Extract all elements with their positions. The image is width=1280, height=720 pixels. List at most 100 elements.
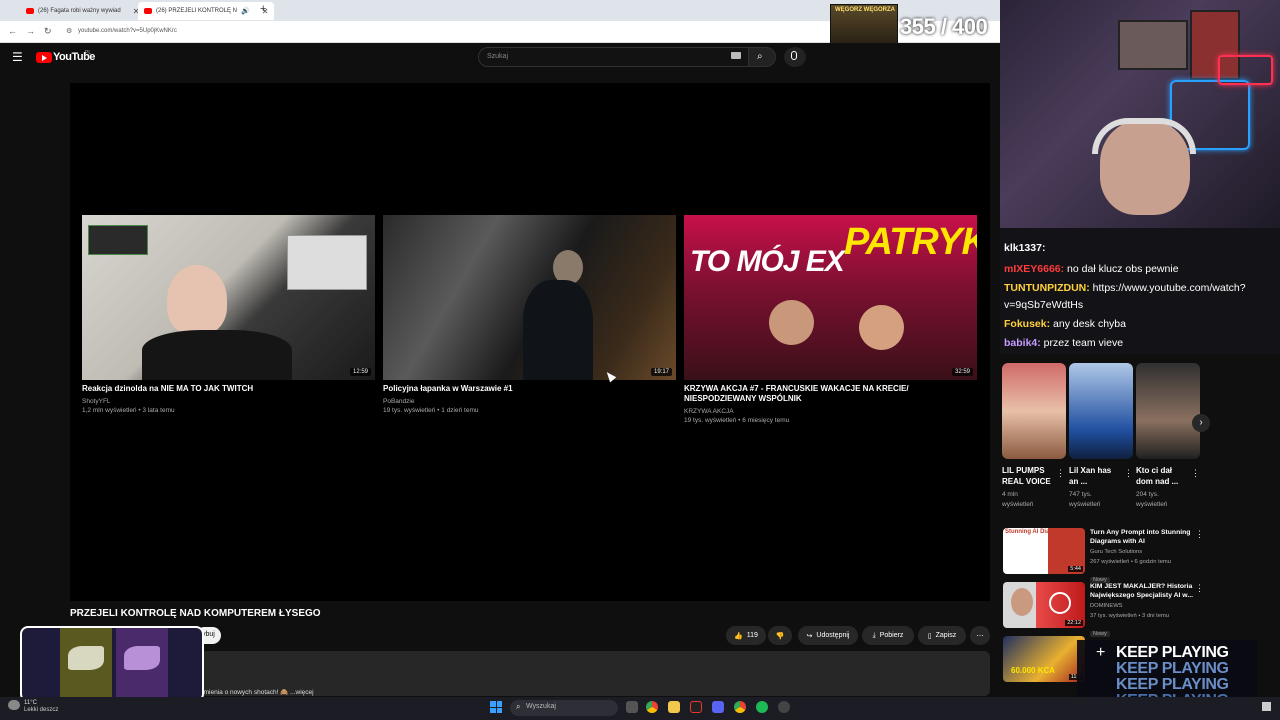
thumbs-up-icon: 👍: [734, 632, 743, 640]
rec-badge-2: Nowy: [1090, 622, 1110, 640]
more-vert-icon[interactable]: ⋮: [1056, 468, 1065, 479]
short-thumbnail-3[interactable]: [1136, 363, 1200, 459]
spotify-icon[interactable]: [756, 701, 768, 713]
endcard-thumbnail-3[interactable]: TO MÓJ EX PATRYK 32:59: [684, 215, 977, 380]
browser-tab-1[interactable]: (26) Fagata robi ważny wywiad ✕: [20, 2, 145, 20]
dislike-button[interactable]: 👎: [768, 626, 792, 645]
endcard-thumbnail-1[interactable]: 12:59: [82, 215, 375, 380]
search-button[interactable]: ⌕: [748, 47, 776, 67]
menu-icon[interactable]: ☰: [12, 50, 23, 64]
chrome-icon[interactable]: [646, 701, 658, 713]
weather-label[interactable]: Lekki deszcz: [24, 707, 58, 713]
duration-badge: 19:17: [650, 368, 672, 376]
endcard-title-1[interactable]: Reakcja dzinolda na NIE MA TO JAK TWITCH: [82, 384, 377, 394]
download-button[interactable]: ⤓ Pobierz: [862, 626, 914, 645]
thumb-face: [167, 265, 227, 335]
more-actions-button[interactable]: ⋯: [970, 626, 990, 645]
file-explorer-icon[interactable]: [668, 701, 680, 713]
chat-user: klk1337:: [1004, 242, 1046, 254]
streamer-webcam: [1000, 0, 1280, 228]
overlay-image-wegorz: WĘGORZ WĘGORZA: [830, 4, 898, 44]
short-title-3[interactable]: Kto ci dał dom nad ...: [1136, 466, 1188, 487]
chrome-icon[interactable]: [734, 701, 746, 713]
thumb-face: [769, 300, 814, 345]
share-label: Udostępnij: [816, 632, 850, 639]
forward-icon[interactable]: →: [26, 26, 35, 36]
share-button[interactable]: ↪ Udostępnij: [798, 626, 858, 645]
weather-icon[interactable]: [8, 700, 20, 710]
back-icon[interactable]: ←: [8, 26, 17, 36]
endcard-title-2[interactable]: Policyjna łapanka w Warszawie #1: [383, 384, 678, 394]
overlay-label: WĘGORZ WĘGORZA: [835, 7, 895, 13]
search-icon: ⌕: [757, 51, 763, 62]
reload-icon[interactable]: ↻: [44, 26, 52, 37]
more-vert-icon[interactable]: ⋮: [1195, 529, 1204, 540]
keyboard-icon[interactable]: [731, 52, 741, 59]
more-vert-icon[interactable]: ⋮: [1124, 468, 1133, 479]
speaker-icon[interactable]: 🔊: [241, 7, 250, 15]
more-vert-icon[interactable]: ⋮: [1191, 468, 1200, 479]
endcard-channel-1: ShotyYFL: [82, 398, 111, 405]
stream-overlay-widget: [20, 626, 204, 702]
chat-user: TUNTUNPIZDUN:: [1004, 282, 1090, 294]
thumb-text: Stunning AI Diagram: [1005, 529, 1065, 535]
chat-message: Fokusek: any desk chyba: [1004, 318, 1126, 330]
endcard-title-3[interactable]: KRZYWA AKCJA #7 - FRANCUSKIE WAKACJE NA …: [684, 384, 979, 404]
chevron-right-icon[interactable]: ›: [1192, 414, 1210, 432]
rec-title-1[interactable]: Turn Any Prompt into Stunning Diagrams w…: [1090, 528, 1194, 546]
url-text[interactable]: youtube.com/watch?v=5Up0jKwNKrc: [78, 28, 177, 34]
description-snippet[interactable]: omienia o nowych shotach! 🙈 ...więcej: [200, 688, 314, 696]
search-input[interactable]: Szukaj: [478, 47, 750, 67]
save-label: Zapisz: [935, 632, 957, 639]
search-icon: ⌕: [516, 702, 521, 711]
like-button[interactable]: 👍 119: [726, 626, 766, 645]
widget-item-icon: [68, 646, 104, 670]
share-icon: ↪: [806, 632, 813, 640]
thumb-overlay: [287, 235, 367, 290]
thumb-text: PATRYK: [844, 221, 977, 263]
rec-channel-2: DOMINEWS: [1090, 603, 1123, 609]
short-title-2[interactable]: Lil Xan has an ...: [1069, 466, 1121, 487]
obs-icon[interactable]: [778, 701, 790, 713]
windows-start-icon[interactable]: [490, 701, 502, 713]
short-meta-3: 204 tys. wyświetleń: [1136, 491, 1168, 508]
endcard-channel-3: KRZYWA AKCJA: [684, 408, 734, 415]
plus-icon: +: [1096, 644, 1106, 661]
endcard-channel-2: PoBandzie: [383, 398, 415, 405]
task-view-icon[interactable]: [626, 701, 638, 713]
endcard-meta-3: 19 tys. wyświetleń • 6 miesięcy temu: [684, 417, 790, 424]
rec-thumbnail-3[interactable]: 60.000 KCA 11:5: [1003, 636, 1085, 682]
neon-light: [1218, 55, 1273, 85]
voice-search-button[interactable]: [784, 47, 806, 67]
notification-icon[interactable]: [1262, 702, 1271, 711]
youtube-logo-icon[interactable]: [36, 52, 52, 63]
site-info-icon[interactable]: ⚙: [66, 27, 72, 35]
taskbar-search-input[interactable]: Wyszukaj: [510, 700, 618, 716]
openai-logo-icon: [1049, 592, 1071, 614]
short-thumbnail-2[interactable]: [1069, 363, 1133, 459]
duration-badge: 12:59: [349, 368, 371, 376]
endcard-thumbnail-2[interactable]: 19:17: [383, 215, 676, 380]
browser-tab-2-active[interactable]: (26) PRZEJELI KONTROLĘ N 🔊 ✕: [138, 2, 275, 20]
chat-message: TUNTUNPIZDUN: https://www.youtube.com/wa…: [1004, 282, 1246, 294]
duration-badge: 5:44: [1068, 566, 1083, 572]
bookmark-icon: ▯: [927, 632, 932, 640]
chat-message: mIXEY6666: no dał klucz obs pewnie: [1004, 263, 1179, 275]
short-meta-1: 4 mln wyświetleń: [1002, 491, 1034, 508]
endcard-meta-1: 1,2 mln wyświetleń • 3 lata temu: [82, 407, 175, 414]
rec-thumbnail-1[interactable]: Stunning AI Diagram 5:44: [1003, 528, 1085, 574]
download-label: Pobierz: [879, 632, 904, 639]
short-title-1[interactable]: LIL PUMPS REAL VOICE: [1002, 466, 1054, 487]
headphones-icon: [1092, 118, 1196, 154]
duration-badge: 22:12: [1065, 620, 1083, 626]
rec-title-2[interactable]: KIM JEST MAKALJER? Historia Największego…: [1090, 582, 1194, 600]
rec-thumbnail-2[interactable]: 22:12: [1003, 582, 1085, 628]
short-thumbnail-1[interactable]: [1002, 363, 1066, 459]
app-icon[interactable]: [690, 701, 702, 713]
new-tab-button[interactable]: +: [260, 3, 266, 15]
thumbs-down-icon: 👎: [775, 632, 785, 640]
more-vert-icon[interactable]: ⋮: [1195, 583, 1204, 594]
discord-icon[interactable]: [712, 701, 724, 713]
save-button[interactable]: ▯ Zapisz: [918, 626, 966, 645]
thumb-face: [1011, 588, 1033, 616]
